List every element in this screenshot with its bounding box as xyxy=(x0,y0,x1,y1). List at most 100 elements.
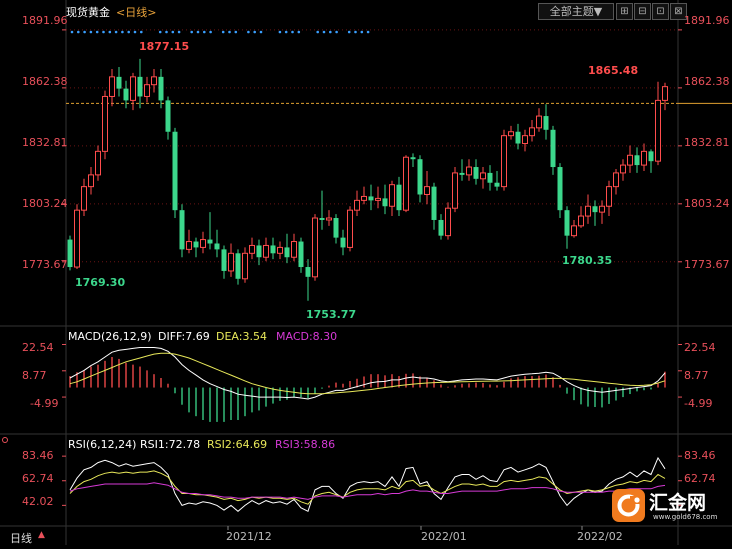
candle-body-7 xyxy=(109,76,115,97)
watermark-text: 汇金网 xyxy=(649,492,707,514)
period-label[interactable]: <日线> xyxy=(116,4,156,20)
candle-body-74 xyxy=(578,215,584,227)
panel-icon[interactable]: ⊡ xyxy=(652,3,669,20)
signal-dot-22 xyxy=(228,30,231,34)
signal-dot-6 xyxy=(102,30,105,34)
price-tick-left-2: 1862.38 xyxy=(22,75,68,88)
signal-dot-19 xyxy=(203,30,206,34)
candle-body-8 xyxy=(116,76,122,89)
footer-period-label[interactable]: 日线 xyxy=(10,530,32,546)
instrument-name: 现货黄金 xyxy=(66,6,110,19)
theme-select-button[interactable]: 全部主题▼ xyxy=(538,3,614,20)
x-tick-2: 2022/01 xyxy=(421,530,467,543)
signal-dot-35 xyxy=(347,30,351,34)
candle-body-27 xyxy=(249,244,255,254)
annotation-last-high: 1865.48 xyxy=(588,64,639,77)
candle-body-45 xyxy=(375,197,381,201)
candle-body-51 xyxy=(417,159,423,195)
candle-body-80 xyxy=(620,164,626,174)
candle-body-48 xyxy=(396,184,402,211)
candle-body-4 xyxy=(88,174,94,188)
signal-dot-23 xyxy=(234,30,238,34)
rsi-title: RSI(6,12,24) xyxy=(68,438,137,451)
candle-body-82 xyxy=(634,155,640,166)
candle-body-79 xyxy=(613,172,619,188)
candle-body-59 xyxy=(473,167,479,179)
macd-tick-left-2: 8.77 xyxy=(22,369,47,382)
signal-dot-17 xyxy=(190,30,193,34)
macd-macd-value: MACD:8.30 xyxy=(276,330,338,343)
candle-body-29 xyxy=(263,244,269,258)
price-tick-right-3: 1832.81 xyxy=(684,136,730,149)
candle-body-24 xyxy=(228,252,234,272)
candle-body-61 xyxy=(487,172,493,183)
candle-body-43 xyxy=(361,195,367,201)
signal-dot-2 xyxy=(77,30,80,34)
candle-body-31 xyxy=(277,246,283,254)
candle-body-19 xyxy=(193,241,199,248)
signal-dot-15 xyxy=(171,30,175,34)
signal-dot-36 xyxy=(354,30,357,34)
candle-body-73 xyxy=(571,225,577,237)
candle-body-17 xyxy=(179,210,185,250)
candle-body-46 xyxy=(382,198,388,207)
candle-body-50 xyxy=(410,157,416,160)
watermark-url: www.gold678.com xyxy=(653,513,718,521)
signal-dot-29 xyxy=(291,30,294,34)
candle-body-77 xyxy=(599,205,605,213)
macd-dea-value: DEA:3.54 xyxy=(216,330,267,343)
signal-dot-33 xyxy=(329,30,332,34)
candle-body-2 xyxy=(74,209,80,268)
rsi-line-2 xyxy=(69,470,666,505)
signal-dot-21 xyxy=(221,30,225,34)
macd-diff-value: DIFF:7.69 xyxy=(158,330,210,343)
macd-tick-right-2: 8.77 xyxy=(684,369,709,382)
rsi1-value: RSI1:72.78 xyxy=(140,438,201,451)
candle-body-26 xyxy=(242,252,248,280)
signal-dot-25 xyxy=(253,30,256,34)
signal-dot-7 xyxy=(108,30,112,34)
period-arrows-icon[interactable]: ▲ xyxy=(38,530,45,540)
rsi-tick-left-1: 83.46 xyxy=(22,449,54,462)
signal-dot-34 xyxy=(335,30,338,34)
signal-dot-12 xyxy=(140,30,143,34)
rsi-panel-marker-icon xyxy=(2,437,8,443)
candle-body-18 xyxy=(186,241,192,250)
grid-icon[interactable]: ⊞ xyxy=(616,3,633,20)
candle-body-13 xyxy=(151,76,157,86)
price-tick-right-1: 1891.96 xyxy=(684,14,730,27)
candle-body-75 xyxy=(585,205,591,217)
signal-dot-37 xyxy=(360,30,364,34)
candle-body-14 xyxy=(158,76,164,101)
candle-body-83 xyxy=(641,150,647,166)
candle-body-22 xyxy=(214,243,220,250)
price-tick-left-1: 1891.96 xyxy=(22,14,68,27)
candle-body-25 xyxy=(235,253,241,279)
x-tick-1: 2021/12 xyxy=(226,530,272,543)
price-tick-left-3: 1832.81 xyxy=(22,136,68,149)
candle-body-64 xyxy=(508,131,514,137)
candle-body-86 xyxy=(662,86,668,101)
line-icon[interactable]: ⊟ xyxy=(634,3,651,20)
macd-title: MACD(26,12,9) xyxy=(68,330,152,343)
annotation-low-2: 1753.77 xyxy=(306,308,357,321)
candle-body-6 xyxy=(102,95,108,152)
candle-body-55 xyxy=(445,207,451,237)
candle-body-62 xyxy=(494,182,500,187)
candle-body-33 xyxy=(291,241,297,258)
annotation-high: 1877.15 xyxy=(139,40,190,53)
signal-dot-13 xyxy=(158,30,162,34)
signal-dot-31 xyxy=(316,30,320,34)
candle-body-38 xyxy=(326,217,332,221)
candle-body-57 xyxy=(459,172,465,175)
x-tick-3: 2022/02 xyxy=(577,530,623,543)
price-tick-right-4: 1803.24 xyxy=(684,197,730,210)
candle-body-68 xyxy=(536,115,542,129)
watermark: 汇金网 www.gold678.com xyxy=(611,486,721,526)
candle-body-60 xyxy=(480,172,486,180)
candle-body-58 xyxy=(466,166,472,176)
candle-body-67 xyxy=(529,127,535,137)
price-tick-left-5: 1773.67 xyxy=(22,258,68,271)
signal-dot-5 xyxy=(95,30,99,34)
candle-body-35 xyxy=(305,267,311,277)
